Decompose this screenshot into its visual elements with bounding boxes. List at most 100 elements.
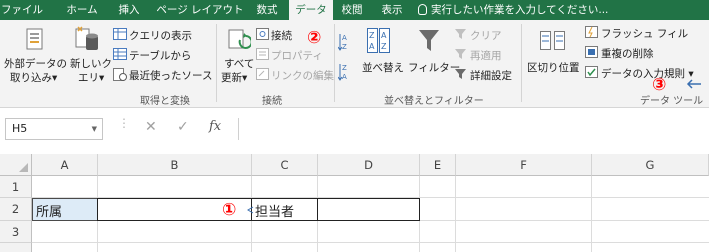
edit-links-icon (256, 68, 269, 80)
tab-page-layout[interactable]: ページ レイアウト (156, 0, 244, 20)
external-data-icon (26, 28, 43, 50)
from-table-button[interactable]: テーブルから (129, 48, 191, 63)
arrow-left-icon (686, 79, 701, 89)
refresh-all-icon (228, 29, 251, 49)
grid-line (591, 176, 592, 252)
name-box[interactable]: H5 ▼ (5, 118, 103, 140)
sort-dialog-icon: Z A A Z (367, 28, 390, 53)
text-to-columns-icon (540, 31, 565, 50)
cell-a2-text: 所属 (36, 205, 63, 220)
annotation-marker-3: ③ (652, 75, 667, 95)
column-header-f[interactable]: F (456, 154, 592, 176)
chevron-down-icon[interactable]: ▼ (92, 119, 97, 139)
row-header-1[interactable]: 1 (0, 176, 32, 198)
remove-duplicates-button[interactable]: 重複の削除 (601, 46, 654, 61)
annotation-marker-2: ② (307, 28, 322, 48)
advanced-filter-icon (455, 69, 466, 79)
name-box-value: H5 (12, 122, 28, 135)
filter-button[interactable]: フィルター (408, 60, 460, 75)
svg-text:A: A (369, 42, 375, 51)
row-header-3[interactable]: 3 (0, 221, 32, 243)
svg-text:Z: Z (369, 31, 375, 40)
tab-formulas[interactable]: 数式 (250, 0, 284, 20)
recent-sources-button[interactable]: 最近使ったソース (129, 68, 212, 83)
cursor-arrow-icon (247, 206, 254, 214)
svg-text:Z: Z (342, 64, 347, 72)
refresh-all-label-2[interactable]: 更新▾ (221, 70, 247, 85)
cell-d2[interactable] (317, 198, 420, 221)
grid-line (32, 242, 709, 243)
tab-insert[interactable]: 挿入 (112, 0, 146, 20)
svg-text:A: A (381, 31, 387, 40)
group-label-sort-filter: 並べ替えとフィルター (384, 96, 484, 107)
group-label-get-transform: 取得と変換 (140, 96, 190, 107)
column-header-g[interactable]: G (592, 154, 709, 176)
group-label-connections: 接続 (262, 96, 282, 107)
cancel-icon[interactable]: ✕ (145, 119, 157, 135)
column-header-b[interactable]: B (98, 154, 252, 176)
flash-fill-button[interactable]: フラッシュ フィル (601, 26, 688, 41)
sort-button[interactable]: 並べ替え (362, 60, 404, 75)
annotation-marker-1: ① (222, 200, 237, 220)
select-all-corner[interactable] (0, 154, 32, 176)
new-query-label-1[interactable]: 新しいク (70, 56, 112, 71)
connections-icon (256, 28, 269, 40)
external-data-label-2[interactable]: 取り込み▾ (10, 70, 57, 85)
row-header-4[interactable] (0, 243, 32, 252)
sort-ascending-icon: A Z (338, 34, 347, 51)
data-validation-icon (585, 66, 598, 78)
svg-text:A: A (342, 34, 347, 42)
properties-icon (256, 48, 269, 60)
external-data-label-1[interactable]: 外部データの (4, 56, 67, 71)
row-header-2[interactable]: 2 (0, 198, 32, 221)
group-separator (216, 24, 217, 102)
remove-duplicates-icon (585, 46, 598, 58)
reapply-icon (455, 49, 466, 59)
ribbon-data: 外部データの 取り込み▾ 新しいク エリ▾ クエリの表示 テーブルから 最近使っ… (0, 20, 709, 108)
clear-button[interactable]: クリア (470, 28, 502, 43)
lightbulb-icon (418, 4, 427, 15)
group-separator (334, 24, 335, 102)
cell-c2-text: 担当者 (255, 205, 295, 220)
data-validation-button[interactable]: データの入力規則 ▾ (601, 66, 694, 81)
reapply-button[interactable]: 再適用 (470, 48, 502, 63)
refresh-all-label-1[interactable]: すべて (224, 56, 254, 71)
column-header-d[interactable]: D (318, 154, 420, 176)
tab-review[interactable]: 校閲 (337, 0, 367, 20)
tab-data[interactable]: データ (289, 0, 333, 20)
column-header-c[interactable]: C (252, 154, 318, 176)
group-separator (521, 24, 522, 102)
new-query-icon (75, 26, 98, 50)
group-label-data-tools: データ ツール (640, 96, 704, 107)
svg-text:Z: Z (342, 43, 347, 51)
clear-filter-icon (455, 29, 466, 39)
more-options-icon: ⋮ (118, 116, 130, 130)
show-queries-icon (113, 28, 127, 40)
advanced-button[interactable]: 詳細設定 (470, 68, 512, 83)
text-to-columns-button[interactable]: 区切り位置 (527, 60, 580, 75)
insert-function-icon[interactable]: fx (209, 119, 221, 134)
column-header-e[interactable]: E (420, 154, 456, 176)
edit-links-button[interactable]: リンクの編集 (271, 68, 334, 83)
recent-sources-icon (113, 68, 127, 81)
connections-button[interactable]: 接続 (271, 28, 292, 43)
new-query-label-2[interactable]: エリ▾ (78, 70, 104, 85)
sort-descending-icon: Z A (338, 64, 347, 81)
svg-text:Z: Z (381, 42, 387, 51)
svg-text:A: A (342, 73, 347, 81)
show-queries-button[interactable]: クエリの表示 (129, 28, 192, 43)
enter-icon[interactable]: ✓ (177, 119, 189, 135)
tab-home[interactable]: ホーム (62, 0, 102, 20)
ribbon-tab-bar: ファイル ホーム 挿入 ページ レイアウト 数式 データ 校閲 表示 実行したい… (0, 0, 709, 20)
grid-line (455, 176, 456, 252)
tab-view[interactable]: 表示 (376, 0, 408, 20)
tab-file[interactable]: ファイル (0, 0, 44, 20)
formula-input[interactable] (238, 118, 709, 140)
filter-funnel-icon (419, 30, 439, 51)
from-table-icon (113, 48, 127, 60)
tell-me-text: 実行したい作業を入力してください... (431, 4, 609, 16)
flash-fill-icon (585, 26, 598, 38)
properties-button[interactable]: プロパティ (271, 48, 323, 63)
column-header-a[interactable]: A (32, 154, 98, 176)
tell-me-search[interactable]: 実行したい作業を入力してください... (418, 0, 608, 20)
